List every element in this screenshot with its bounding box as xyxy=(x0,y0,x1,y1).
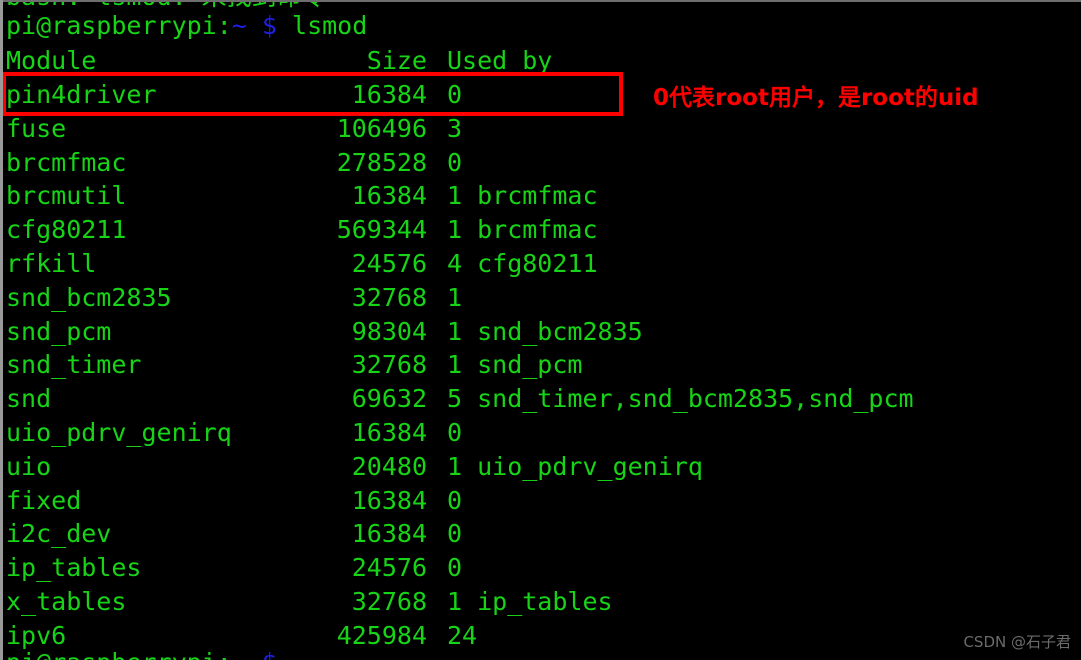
module-used-by: 4 cfg80211 xyxy=(447,249,598,278)
module-name: snd_timer xyxy=(6,350,142,380)
module-name: pin4driver xyxy=(6,80,157,109)
module-size: 24576 xyxy=(351,553,427,583)
module-name: ip_tables xyxy=(6,553,142,583)
table-row: fuse 106496 3 xyxy=(0,112,1081,146)
module-size: 24576 xyxy=(351,249,427,278)
module-name: x_tables xyxy=(6,587,127,616)
module-name: brcmutil xyxy=(6,181,127,211)
table-row: rfkill 24576 4 cfg80211 xyxy=(0,247,1081,281)
module-size: 16384 xyxy=(351,485,427,515)
scrollback-clipped-line: bash: lsmod: 未找到命令 xyxy=(6,0,327,14)
column-header-size: Size xyxy=(366,46,427,75)
module-name: uio xyxy=(6,451,52,481)
module-used-by: 0 xyxy=(447,418,463,447)
module-used-by: 1 ip_tables xyxy=(447,587,613,616)
module-size: 106496 xyxy=(336,113,427,143)
prompt-symbol: $ xyxy=(261,11,277,40)
module-name: cfg80211 xyxy=(6,215,127,245)
module-name: snd_pcm xyxy=(6,316,112,346)
table-row: snd 69632 5 snd_timer,snd_bcm2835,snd_pcm xyxy=(0,382,1081,416)
next-prompt-symbol: $ xyxy=(262,648,277,660)
next-prompt-path: ~ xyxy=(232,648,247,660)
module-size: 98304 xyxy=(351,316,427,346)
module-size: 32768 xyxy=(351,282,427,312)
command-text: lsmod xyxy=(292,11,368,40)
command-prompt-line: pi@raspberrypi:~ $ lsmod xyxy=(6,9,367,43)
module-size: 278528 xyxy=(336,147,427,177)
module-used-by: 1 snd_pcm xyxy=(447,350,583,380)
module-used-by: 1 brcmfmac xyxy=(447,181,598,211)
column-header-used-by: Used by xyxy=(447,46,553,75)
watermark: CSDN @石子君 xyxy=(963,633,1071,651)
prompt-user-host: pi@raspberrypi: xyxy=(6,11,232,40)
table-row: snd_pcm 98304 1 snd_bcm2835 xyxy=(0,315,1081,349)
table-row: i2c_dev 16384 0 xyxy=(0,517,1081,551)
module-size: 69632 xyxy=(351,384,427,414)
table-row: x_tables 32768 1 ip_tables xyxy=(0,585,1081,619)
module-used-by: 3 xyxy=(447,113,463,143)
next-prompt-clipped-line: pi@raspberrypi:~ $ xyxy=(6,646,277,660)
module-name: i2c_dev xyxy=(6,519,112,549)
table-row: uio 20480 1 uio_pdrv_genirq xyxy=(0,450,1081,484)
window-top-border xyxy=(0,0,1081,2)
module-size: 16384 xyxy=(351,181,427,211)
module-size: 32768 xyxy=(351,350,427,380)
table-row: ip_tables 24576 0 xyxy=(0,551,1081,585)
module-size: 16384 xyxy=(351,80,427,109)
module-name: rfkill xyxy=(6,249,97,278)
module-name: snd xyxy=(6,384,52,414)
module-used-by: 0 xyxy=(447,553,463,583)
module-used-by: 1 uio_pdrv_genirq xyxy=(447,451,703,481)
window-left-border xyxy=(0,0,3,660)
table-row: uio_pdrv_genirq 16384 0 xyxy=(0,416,1081,450)
module-size: 16384 xyxy=(351,418,427,447)
module-size: 16384 xyxy=(351,519,427,549)
module-used-by: 1 xyxy=(447,282,463,312)
module-used-by: 0 xyxy=(447,485,463,515)
module-name: fixed xyxy=(6,485,82,515)
table-header-row: Module Size Used by xyxy=(0,44,1081,78)
next-prompt-user-host: pi@raspberrypi: xyxy=(6,648,232,660)
module-used-by: 0 xyxy=(447,519,463,549)
module-used-by: 1 brcmfmac xyxy=(447,215,598,245)
module-size: 569344 xyxy=(336,215,427,245)
table-row: snd_bcm2835 32768 1 xyxy=(0,281,1081,315)
module-size: 20480 xyxy=(351,451,427,481)
module-used-by: 0 xyxy=(447,147,463,177)
column-header-module: Module xyxy=(6,46,97,75)
module-used-by: 1 snd_bcm2835 xyxy=(447,316,643,346)
module-name: fuse xyxy=(6,113,67,143)
table-row: fixed 16384 0 xyxy=(0,484,1081,518)
module-used-by: 5 snd_timer,snd_bcm2835,snd_pcm xyxy=(447,384,914,414)
table-row: brcmfmac 278528 0 xyxy=(0,146,1081,180)
table-row: brcmutil 16384 1 brcmfmac xyxy=(0,179,1081,213)
module-name: snd_bcm2835 xyxy=(6,282,172,312)
module-name: brcmfmac xyxy=(6,147,127,177)
annotation-text: 0代表root用户，是root的uid xyxy=(653,85,979,111)
module-used-by: 0 xyxy=(447,80,463,109)
prompt-path: ~ xyxy=(231,11,247,40)
module-size: 32768 xyxy=(351,587,427,616)
table-row: snd_timer 32768 1 snd_pcm xyxy=(0,348,1081,382)
terminal-window[interactable]: bash: lsmod: 未找到命令 pi@raspberrypi:~ $ ls… xyxy=(0,0,1081,660)
module-used-by: 24 xyxy=(447,620,478,650)
table-row: cfg80211 569344 1 brcmfmac xyxy=(0,213,1081,247)
